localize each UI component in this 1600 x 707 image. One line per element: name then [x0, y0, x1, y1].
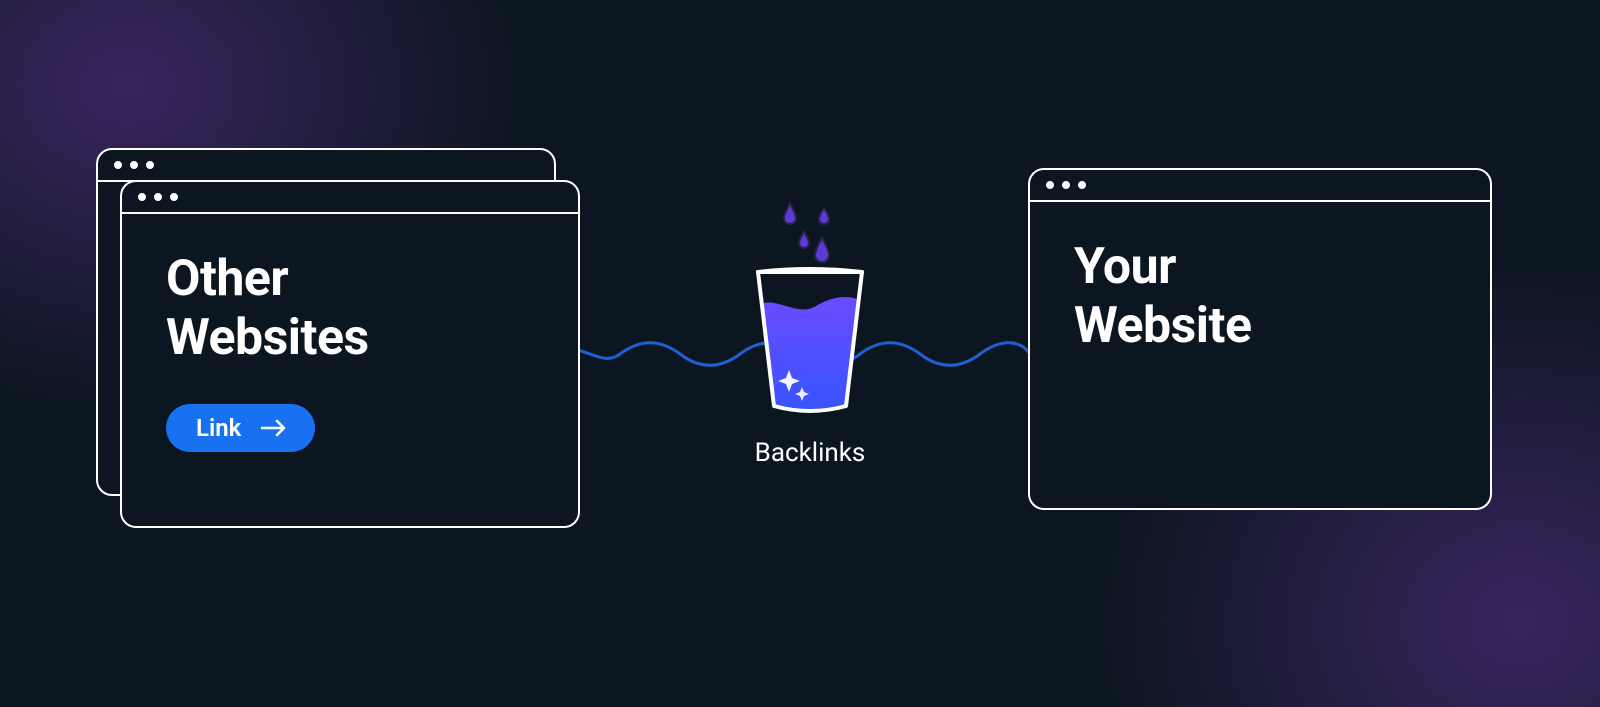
other-websites-heading: Other Websites — [166, 250, 534, 368]
traffic-light-dot — [1062, 181, 1070, 189]
traffic-light-dot — [170, 193, 178, 201]
link-button-label: Link — [196, 414, 241, 442]
traffic-light-dot — [154, 193, 162, 201]
titlebar — [98, 150, 554, 182]
backlinks-label: Backlinks — [720, 438, 900, 468]
traffic-light-dot — [114, 161, 122, 169]
traffic-light-dot — [1046, 181, 1054, 189]
your-website-heading: Your Website — [1074, 238, 1446, 356]
arrow-right-icon — [261, 419, 287, 437]
traffic-light-dot — [1078, 181, 1086, 189]
link-button[interactable]: Link — [166, 404, 315, 452]
traffic-light-dot — [146, 161, 154, 169]
traffic-light-dot — [138, 193, 146, 201]
titlebar — [1030, 170, 1490, 202]
browser-window-your-website: Your Website — [1028, 168, 1492, 510]
traffic-light-dot — [130, 161, 138, 169]
water-drops-icon — [762, 198, 858, 264]
titlebar — [122, 182, 578, 214]
backlinks-illustration: Backlinks — [720, 198, 900, 468]
backlinks-cup-icon — [746, 266, 874, 416]
browser-window-other-websites: Other Websites Link — [120, 180, 580, 528]
